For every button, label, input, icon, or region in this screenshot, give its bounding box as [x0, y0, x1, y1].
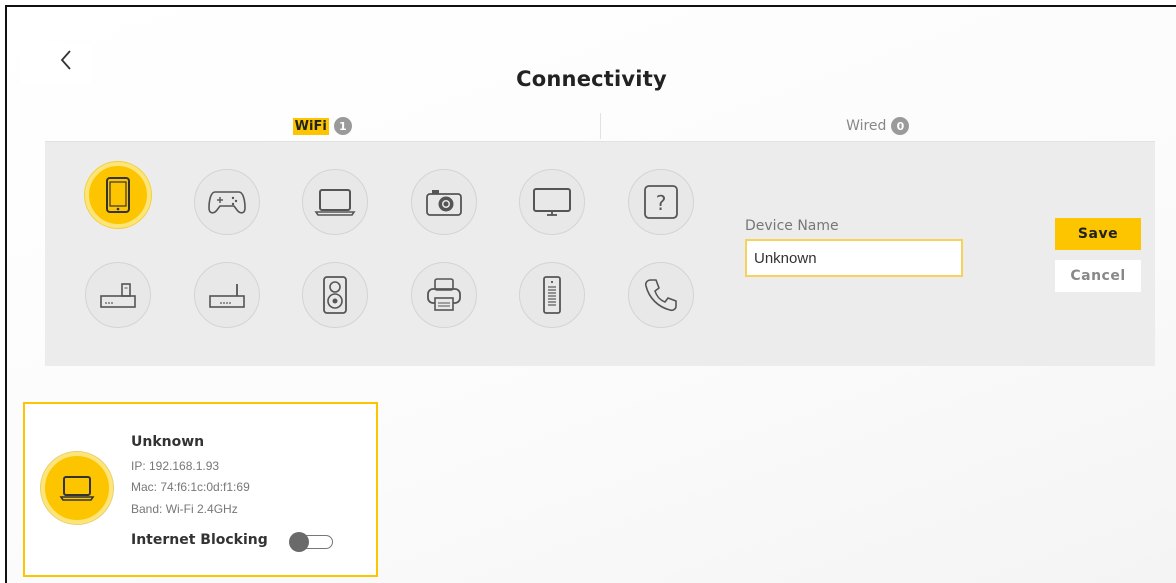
- save-button[interactable]: Save: [1055, 218, 1141, 250]
- camera-icon: [426, 190, 462, 216]
- laptop-icon: [59, 476, 95, 501]
- device-type-laptop[interactable]: [302, 169, 368, 235]
- tablet-icon: [106, 177, 130, 213]
- question-icon: ?: [644, 185, 678, 219]
- svg-text:?: ?: [656, 191, 667, 215]
- tab-wifi[interactable]: WiFi 1: [45, 111, 600, 141]
- printer-icon: [427, 278, 461, 311]
- device-type-unknown[interactable]: ?: [628, 169, 694, 235]
- device-type-camera[interactable]: [411, 169, 477, 235]
- page-title: Connectivity: [516, 67, 667, 91]
- tab-wired-count-badge: 0: [891, 117, 910, 135]
- internet-blocking-label: Internet Blocking: [131, 532, 268, 548]
- monitor-icon: [533, 188, 571, 216]
- device-type-monitor[interactable]: [519, 169, 585, 235]
- device-mac: Mac: 74:f6:1c:0d:f1:69: [131, 480, 250, 494]
- laptop-icon: [314, 189, 356, 216]
- internet-blocking-toggle[interactable]: [289, 532, 335, 552]
- gamepad-icon: [208, 191, 246, 214]
- device-type-modem[interactable]: [85, 262, 151, 328]
- device-card[interactable]: Unknown IP: 192.168.1.93 Mac: 74:f6:1c:0…: [23, 402, 378, 577]
- device-type-router[interactable]: [194, 262, 260, 328]
- device-type-game-console[interactable]: [194, 169, 260, 235]
- device-name-label: Device Name: [745, 218, 839, 234]
- tab-wired[interactable]: Wired 0: [601, 111, 1156, 141]
- cancel-button[interactable]: Cancel: [1055, 260, 1141, 292]
- tab-wifi-count-badge: 1: [333, 117, 352, 135]
- server-icon: [543, 276, 561, 314]
- speaker-icon: [323, 276, 347, 314]
- modem-icon: [100, 283, 136, 308]
- device-avatar: [41, 452, 113, 524]
- app-window: Connectivity WiFi 1 Wired 0 ? Device Nam…: [5, 5, 1176, 583]
- device-type-phone[interactable]: [628, 262, 694, 328]
- device-type-speaker[interactable]: [302, 262, 368, 328]
- device-name: Unknown: [131, 434, 205, 450]
- tab-wired-label: Wired: [846, 118, 887, 134]
- router-icon: [209, 284, 245, 308]
- device-type-server[interactable]: [519, 262, 585, 328]
- tab-bar: WiFi 1 Wired 0: [45, 111, 1155, 142]
- device-name-input[interactable]: [745, 239, 963, 277]
- phone-icon: [644, 279, 677, 312]
- tab-wifi-label: WiFi: [292, 117, 329, 135]
- device-type-printer[interactable]: [411, 262, 477, 328]
- device-ip: IP: 192.168.1.93: [131, 459, 220, 473]
- device-type-panel: ? Device Name Unknown Save Cancel: [45, 142, 1155, 366]
- toggle-knob: [289, 532, 309, 552]
- device-band: Band: Wi-Fi 2.4GHz: [131, 502, 238, 516]
- device-type-tablet[interactable]: [85, 162, 151, 228]
